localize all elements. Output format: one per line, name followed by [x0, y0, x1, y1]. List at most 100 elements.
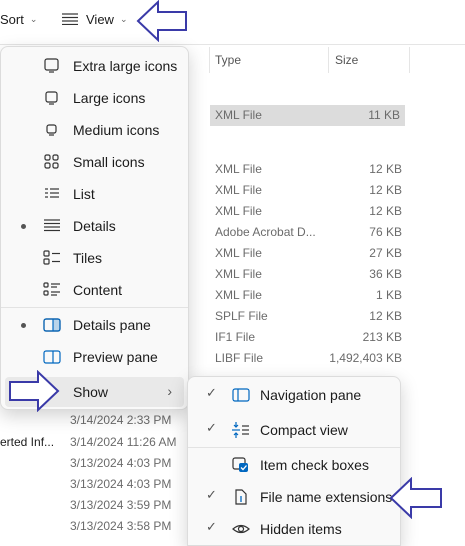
file-size: 11 KB: [368, 108, 400, 122]
list-icon: [43, 186, 61, 202]
file-type: XML File: [215, 108, 262, 122]
checkmark-icon: ✓: [206, 420, 217, 435]
menu-item-compact-view[interactable]: ✓ Compact view: [192, 415, 396, 445]
grid-icon: [43, 154, 61, 170]
content-icon: [43, 282, 61, 298]
file-size: 12 KB: [369, 204, 402, 218]
table-row[interactable]: XML File 11 KB: [210, 105, 405, 126]
file-date: 3/13/2024 4:03 PM: [70, 456, 172, 470]
show-submenu: ✓ Navigation pane ✓ Compact view Item check …: [187, 376, 401, 546]
file-type: XML File: [215, 183, 262, 197]
chevron-right-icon: ›: [167, 383, 172, 399]
file-type: Adobe Acrobat D...: [215, 225, 316, 239]
menu-separator: [188, 447, 400, 448]
file-size: 1,492,403 KB: [329, 351, 402, 365]
compact-view-icon: [232, 422, 250, 438]
file-extension-icon: [232, 489, 250, 505]
file-size: 12 KB: [369, 162, 402, 176]
file-type: XML File: [215, 267, 262, 281]
view-label: View: [86, 11, 114, 27]
menu-item-label: Navigation pane: [260, 387, 362, 403]
menu-item-label: Content: [73, 282, 123, 298]
navigation-pane-icon: [232, 387, 250, 403]
menu-item-tiles[interactable]: Tiles: [5, 243, 184, 273]
file-date: 3/13/2024 3:59 PM: [70, 498, 172, 512]
file-type: XML File: [215, 162, 262, 176]
file-type: XML File: [215, 204, 262, 218]
column-divider[interactable]: [328, 47, 329, 73]
file-size: 213 KB: [362, 330, 402, 344]
file-size: 1 KB: [375, 288, 402, 302]
tiles-icon: [43, 250, 61, 266]
monitor-large-icon: [43, 58, 61, 74]
menu-item-details-pane[interactable]: Details pane: [5, 310, 184, 340]
file-size: 36 KB: [369, 267, 402, 281]
menu-item-label: Tiles: [73, 250, 103, 266]
column-header-size[interactable]: Size: [335, 53, 358, 67]
eye-icon: [232, 521, 250, 537]
menu-item-file-name-extensions[interactable]: ✓ File name extensions: [192, 482, 396, 512]
column-divider[interactable]: [209, 47, 210, 73]
file-date: 3/14/2024 11:26 AM: [70, 435, 177, 449]
menu-item-content[interactable]: Content: [5, 275, 184, 305]
annotation-arrow-right-icon: [8, 370, 60, 412]
menu-item-label: File name extensions: [260, 489, 393, 505]
sort-label: Sort: [0, 11, 24, 27]
menu-item-list[interactable]: List: [5, 179, 184, 209]
menu-item-label: Details pane: [73, 317, 151, 333]
menu-item-label: Large icons: [73, 90, 146, 106]
checkbox-icon: [232, 457, 250, 473]
file-date: 3/13/2024 3:58 PM: [70, 519, 172, 533]
command-bar: Sort ⌄ View ⌄ ···: [0, 0, 465, 40]
chevron-down-icon: ⌄: [119, 13, 128, 24]
annotation-arrow-left-icon: [136, 0, 188, 42]
file-type: LIBF File: [215, 351, 264, 365]
menu-item-label: Show: [73, 384, 109, 400]
menu-item-label: Details: [73, 218, 116, 234]
file-size: 27 KB: [369, 246, 402, 260]
file-size: 12 KB: [369, 183, 402, 197]
checkmark-icon: ✓: [206, 487, 217, 502]
menu-item-label: List: [73, 186, 95, 202]
menu-item-label: Medium icons: [73, 122, 160, 138]
menu-item-label: Preview pane: [73, 349, 158, 365]
file-type: IF1 File: [215, 330, 256, 344]
column-header-type[interactable]: Type: [215, 53, 241, 67]
view-icon: [62, 13, 78, 25]
menu-item-label: Extra large icons: [73, 58, 178, 74]
view-menu: Extra large icons Large icons Medium icons…: [0, 46, 189, 410]
file-size: 12 KB: [369, 309, 402, 323]
menu-item-item-check-boxes[interactable]: Item check boxes: [192, 450, 396, 480]
annotation-arrow-left-icon: [389, 477, 443, 519]
file-name: erted Inf...: [0, 435, 55, 449]
menu-item-hidden-items[interactable]: ✓ Hidden items: [192, 514, 396, 544]
view-button[interactable]: View ⌄: [62, 8, 128, 30]
selected-bullet-icon: [21, 323, 26, 328]
menu-separator: [1, 307, 188, 308]
preview-pane-icon: [43, 349, 61, 365]
column-divider[interactable]: [409, 47, 410, 73]
menu-item-extra-large-icons[interactable]: Extra large icons: [5, 51, 184, 81]
chevron-down-icon: ⌄: [29, 13, 38, 24]
menu-item-label: Small icons: [73, 154, 145, 170]
checkmark-icon: ✓: [206, 519, 217, 534]
sort-button[interactable]: Sort ⌄: [0, 8, 37, 30]
menu-item-medium-icons[interactable]: Medium icons: [5, 115, 184, 145]
menu-item-preview-pane[interactable]: Preview pane: [5, 342, 184, 372]
menu-item-label: Compact view: [260, 422, 348, 438]
details-pane-icon: [43, 317, 61, 333]
details-icon: [43, 218, 61, 234]
monitor-small-icon: [43, 122, 61, 138]
checkmark-icon: ✓: [206, 385, 217, 400]
menu-item-small-icons[interactable]: Small icons: [5, 147, 184, 177]
selected-bullet-icon: [21, 224, 26, 229]
file-date: 3/13/2024 4:03 PM: [70, 477, 172, 491]
file-size: 76 KB: [369, 225, 402, 239]
file-type: SPLF File: [215, 309, 268, 323]
file-type: XML File: [215, 288, 262, 302]
menu-item-navigation-pane[interactable]: ✓ Navigation pane: [192, 380, 396, 410]
menu-item-details[interactable]: Details: [5, 211, 184, 241]
menu-item-large-icons[interactable]: Large icons: [5, 83, 184, 113]
menu-item-label: Hidden items: [260, 521, 342, 537]
file-date: 3/14/2024 2:33 PM: [70, 413, 172, 427]
